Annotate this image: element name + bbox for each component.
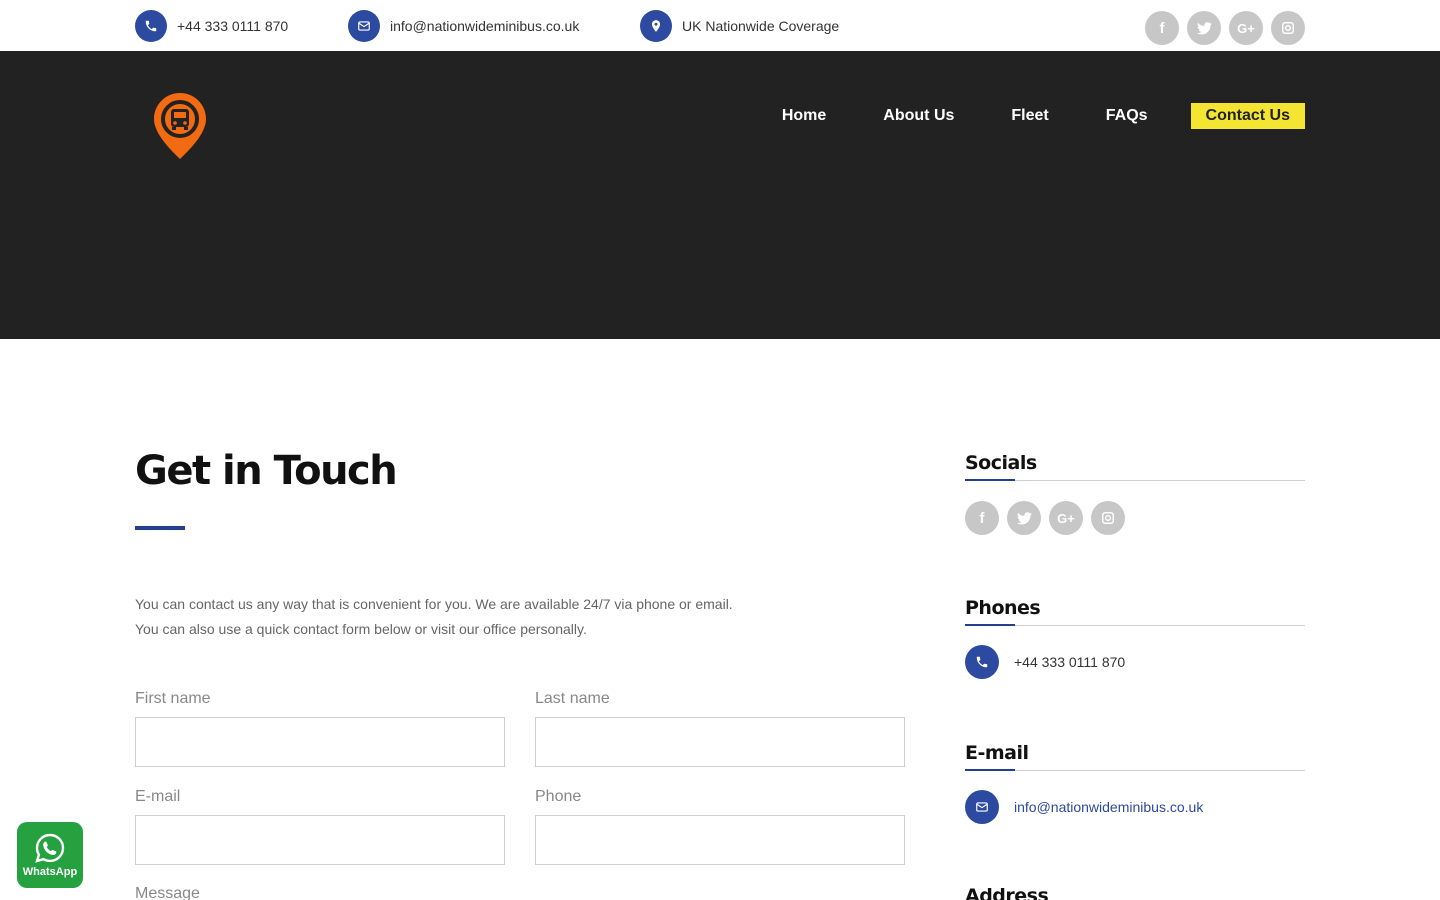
email-label: E-mail: [135, 788, 181, 805]
last-name-input[interactable]: [535, 717, 905, 767]
twitter-icon[interactable]: [1007, 501, 1041, 535]
location-pin-icon: [640, 9, 672, 42]
mail-icon: [965, 790, 999, 824]
socials-heading: Socials: [965, 452, 1037, 474]
instagram-icon[interactable]: [1271, 11, 1305, 45]
last-name-label: Last name: [535, 690, 610, 707]
whatsapp-button[interactable]: WhatsApp: [17, 822, 83, 888]
title-underline: [135, 526, 185, 530]
first-name-input[interactable]: [135, 717, 505, 767]
nav-fleet[interactable]: Fleet: [1011, 107, 1048, 125]
email-heading: E-mail: [965, 742, 1029, 764]
phone-icon: [965, 645, 999, 679]
sidebar-email[interactable]: info@nationwideminibus.co.uk: [965, 790, 1203, 824]
nav-home[interactable]: Home: [782, 107, 826, 125]
topbar-coverage: UK Nationwide Coverage: [640, 9, 839, 42]
topbar-phone-text: +44 333 0111 870: [177, 17, 289, 34]
address-heading: Address: [965, 885, 1049, 900]
message-label: Message: [135, 885, 200, 900]
sidebar-phone-text: +44 333 0111 870: [1014, 654, 1126, 670]
phone-icon: [135, 9, 167, 42]
twitter-icon[interactable]: [1187, 11, 1221, 45]
google-plus-icon[interactable]: G+: [1229, 11, 1263, 45]
topbar-social-links: f G+: [1145, 11, 1305, 45]
email-divider: [965, 770, 1305, 771]
phone-label: Phone: [535, 788, 582, 805]
google-plus-icon[interactable]: G+: [1049, 501, 1083, 535]
intro-text: You can contact us any way that is conve…: [135, 592, 855, 642]
nav-contact-us[interactable]: Contact Us: [1190, 103, 1305, 129]
topbar-phone[interactable]: +44 333 0111 870: [135, 9, 288, 42]
whatsapp-label: WhatsApp: [22, 866, 78, 878]
whatsapp-icon: [35, 833, 65, 863]
facebook-icon[interactable]: f: [1145, 11, 1179, 45]
intro-line-2: You can also use a quick contact form be…: [135, 621, 587, 637]
sidebar-social-links: f G+: [965, 501, 1125, 535]
sidebar-phone[interactable]: +44 333 0111 870: [965, 645, 1125, 679]
first-name-label: First name: [135, 690, 211, 707]
site-logo[interactable]: [152, 91, 208, 166]
phone-input[interactable]: [535, 815, 905, 865]
top-bar: +44 333 0111 870 info@nationwideminibus.…: [0, 0, 1440, 51]
topbar-coverage-text: UK Nationwide Coverage: [682, 17, 840, 34]
site-header: Home About Us Fleet FAQs Contact Us: [0, 51, 1440, 339]
topbar-email[interactable]: info@nationwideminibus.co.uk: [348, 9, 579, 42]
main-navigation: Home About Us Fleet FAQs Contact Us: [725, 103, 1305, 129]
phones-divider: [965, 625, 1305, 626]
nav-faqs[interactable]: FAQs: [1106, 107, 1148, 125]
page-title: Get in Touch: [135, 448, 398, 494]
topbar-email-text: info@nationwideminibus.co.uk: [390, 17, 580, 34]
phones-heading: Phones: [965, 597, 1041, 619]
phones-accent: [965, 624, 1015, 626]
socials-divider: [965, 480, 1305, 481]
facebook-icon[interactable]: f: [965, 501, 999, 535]
email-accent: [965, 769, 1015, 771]
sidebar-email-link[interactable]: info@nationwideminibus.co.uk: [1014, 799, 1203, 815]
email-input[interactable]: [135, 815, 505, 865]
mail-icon: [348, 9, 380, 42]
instagram-icon[interactable]: [1091, 501, 1125, 535]
intro-line-1: You can contact us any way that is conve…: [135, 596, 733, 612]
nav-about-us[interactable]: About Us: [883, 107, 954, 125]
minibus-pin-logo-icon: [154, 93, 206, 159]
socials-accent: [965, 479, 1015, 481]
